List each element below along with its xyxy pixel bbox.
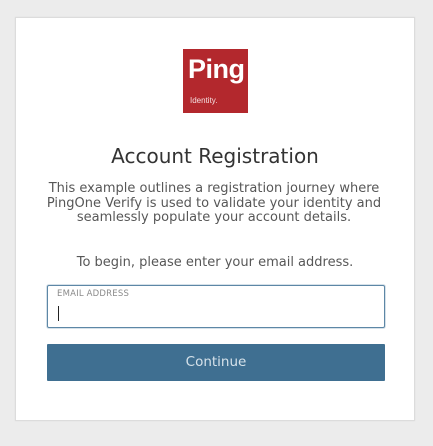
continue-button[interactable]: Continue [47,344,385,381]
description-text: This example outlines a registration jou… [46,181,382,225]
registration-card: Ping Identity. Account Registration This… [15,17,415,421]
ping-identity-logo: Ping Identity. [183,49,248,113]
page-title: Account Registration [111,144,319,168]
email-field-label: EMAIL ADDRESS [57,289,130,299]
logo-wordmark: Ping [188,54,245,84]
email-field[interactable]: EMAIL ADDRESS [47,285,385,328]
text-caret [58,306,59,321]
email-input[interactable] [56,303,374,323]
instruction-text: To begin, please enter your email addres… [76,255,354,270]
logo-subtext: Identity. [190,96,218,105]
